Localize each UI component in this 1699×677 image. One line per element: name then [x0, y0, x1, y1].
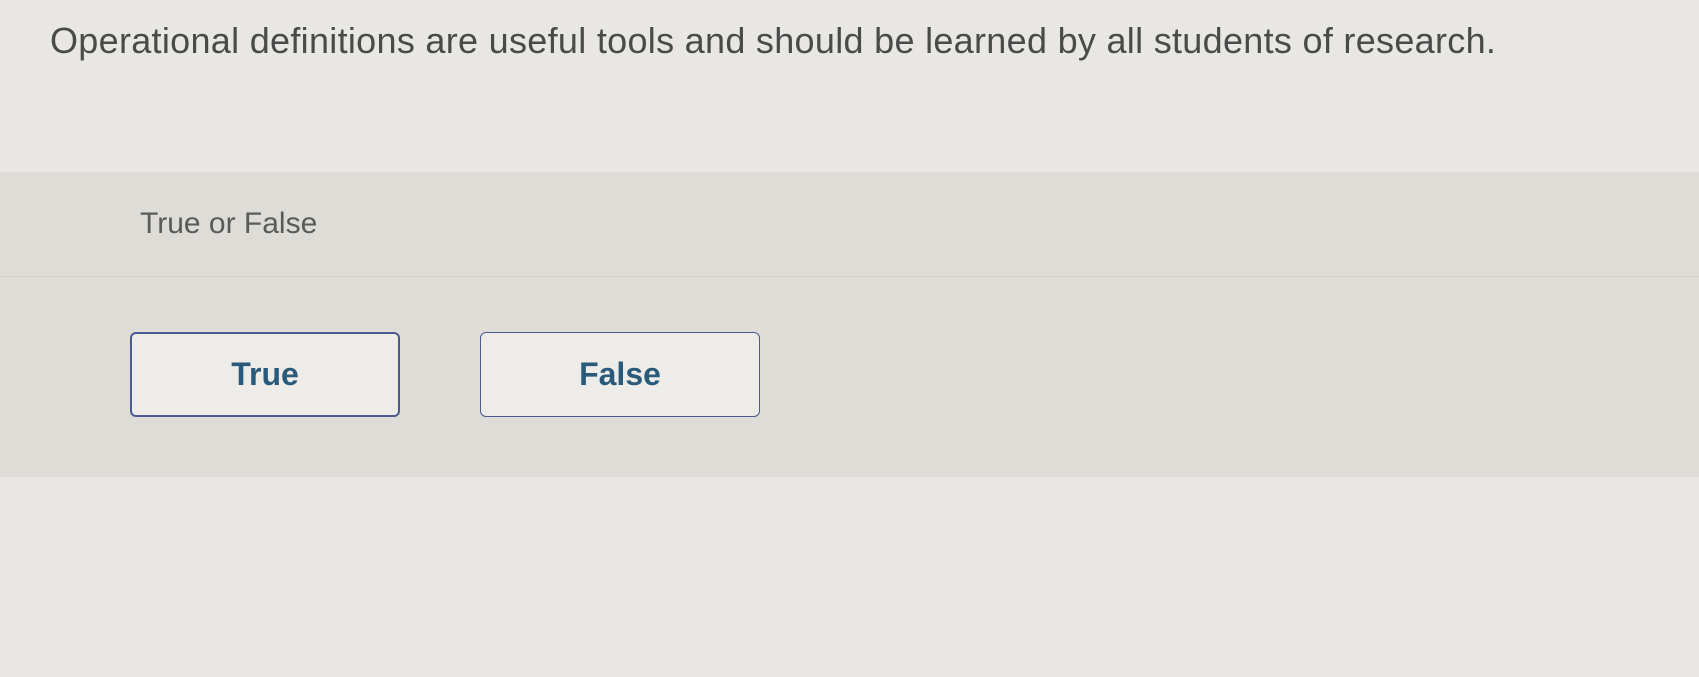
answer-section: True or False True False	[0, 172, 1699, 477]
false-button[interactable]: False	[480, 332, 760, 417]
answer-prompt-label: True or False	[0, 172, 1699, 277]
options-row: True False	[0, 277, 1699, 417]
true-button[interactable]: True	[130, 332, 400, 417]
question-text: Operational definitions are useful tools…	[0, 0, 1699, 92]
